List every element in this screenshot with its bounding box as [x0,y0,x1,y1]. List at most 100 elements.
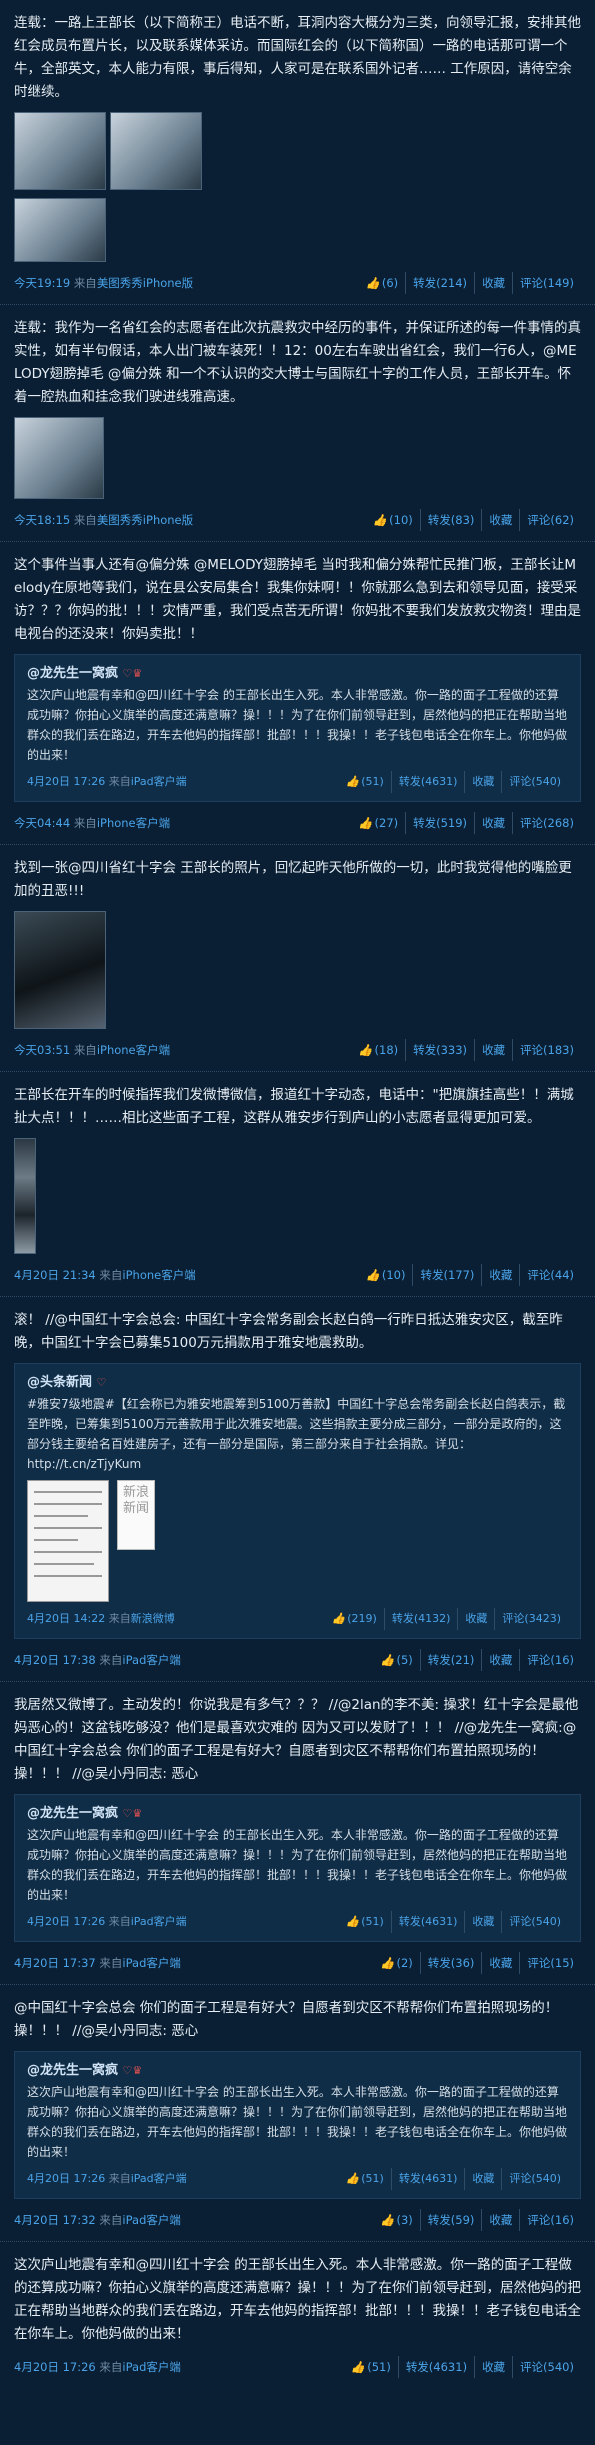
post-9: 这次庐山地震有幸和@四川红十字会 的王部长出生入死。本人非常感激。你一路的面子工… [0,2242,595,2388]
repost-author-name[interactable]: @龙先生一窝疯 [27,2063,118,2078]
favorite-button[interactable]: 收藏 [481,1264,519,1286]
repost-time[interactable]: 4月20日 17:26 [27,775,105,788]
like-button[interactable]: 👍 (51) [339,2168,391,2190]
like-button[interactable]: 👍 (2) [373,1952,420,1974]
repost-button[interactable]: 转发(333) [405,1039,474,1061]
comment-button[interactable]: 评论(62) [519,509,581,531]
repost-author-name[interactable]: @龙先生一窝疯 [27,1806,118,1821]
favorite-button[interactable]: 收藏 [464,771,501,793]
comment-button[interactable]: 评论(15) [519,1952,581,1974]
source-app[interactable]: iPad客户端 [131,775,187,788]
post-time[interactable]: 今天04:44 [14,816,70,830]
repost-button[interactable]: 转发(4631) [390,1911,465,1933]
post-image[interactable] [14,198,106,262]
comment-button[interactable]: 评论(16) [519,1649,581,1671]
repost-button[interactable]: 转发(177) [412,1264,481,1286]
repost-button[interactable]: 转发(214) [405,272,474,294]
source-app[interactable]: iPhone客户端 [97,1043,170,1057]
repost-button[interactable]: 转发(59) [419,2209,482,2231]
repost-author[interactable]: @龙先生一窝疯 ♡♛ [27,663,568,685]
like-button[interactable]: 👍 (3) [373,2209,420,2231]
repost-button[interactable]: 转发(36) [419,1952,482,1974]
repost-button[interactable]: 转发(519) [405,812,474,834]
post-image[interactable] [110,112,202,190]
favorite-button[interactable]: 收藏 [481,2209,519,2231]
favorite-button[interactable]: 收藏 [474,272,512,294]
favorite-button[interactable]: 收藏 [474,2356,512,2378]
favorite-button[interactable]: 收藏 [481,1952,519,1974]
post-image[interactable] [14,112,106,190]
favorite-button[interactable]: 收藏 [474,1039,512,1061]
like-button[interactable]: 👍 (27) [351,812,405,834]
source-app[interactable]: iPad客户端 [122,2213,180,2227]
like-button[interactable]: 👍 (219) [325,1608,384,1630]
like-button[interactable]: 👍 (6) [359,272,406,294]
post-text: @中国红十字会总会 你们的面子工程是有好大？自愿者到灾区不帮帮你们布置拍照现场的… [14,2000,559,2039]
post-time[interactable]: 4月20日 21:34 [14,1268,96,1282]
source-app[interactable]: iPad客户端 [131,1915,187,1928]
favorite-button[interactable]: 收藏 [464,2168,501,2190]
source-app[interactable]: iPad客户端 [122,1956,180,1970]
comment-button[interactable]: 评论(540) [501,2168,568,2190]
like-button[interactable]: 👍 (10) [366,509,420,531]
comment-button[interactable]: 评论(540) [501,771,568,793]
post-image[interactable] [14,417,104,499]
repost-button[interactable]: 转发(4132) [383,1608,458,1630]
post-image[interactable] [14,911,106,1029]
thumb-up-icon: 👍 [380,1653,395,1667]
repost-button[interactable]: 转发(4631) [397,2356,474,2378]
repost-button[interactable]: 转发(83) [419,509,482,531]
favorite-button[interactable]: 收藏 [457,1608,494,1630]
repost-author[interactable]: @龙先生一窝疯 ♡♛ [27,2060,568,2082]
repost-author-name[interactable]: @龙先生一窝疯 [27,666,118,681]
repost-button[interactable]: 转发(4631) [390,771,465,793]
source-prefix: 来自 [73,513,97,527]
favorite-button[interactable]: 收藏 [474,812,512,834]
repost-button[interactable]: 转发(4631) [390,2168,465,2190]
repost-time[interactable]: 4月20日 17:26 [27,1915,105,1928]
comment-button[interactable]: 评论(183) [512,1039,581,1061]
repost-button[interactable]: 转发(21) [419,1649,482,1671]
favorite-button[interactable]: 收藏 [464,1911,501,1933]
favorite-button[interactable]: 收藏 [481,1649,519,1671]
like-button[interactable]: 👍 (51) [339,1911,391,1933]
repost-author-name[interactable]: @头条新闻 [27,1375,92,1390]
like-button[interactable]: 👍 (18) [351,1039,405,1061]
comment-button[interactable]: 评论(44) [519,1264,581,1286]
comment-button[interactable]: 评论(540) [512,2356,581,2378]
favorite-button[interactable]: 收藏 [481,509,519,531]
like-button[interactable]: 👍 (10) [359,1264,413,1286]
repost-author[interactable]: @头条新闻 ♡ [27,1372,568,1394]
comment-button[interactable]: 评论(16) [519,2209,581,2231]
source-app[interactable]: iPhone客户端 [122,1268,195,1282]
post-time[interactable]: 今天19:19 [14,276,70,290]
post-time[interactable]: 今天18:15 [14,513,70,527]
source-app[interactable]: iPhone客户端 [97,816,170,830]
thumb-up-icon: 👍 [372,513,388,527]
news-attachment[interactable]: 新浪新闻 [27,1480,568,1602]
repost-meta: 4月20日 17:26 来自iPad客户端 👍 (51) 转发(4631) 收藏 … [27,2168,568,2190]
post-time[interactable]: 4月20日 17:32 [14,2213,96,2227]
comment-button[interactable]: 评论(268) [512,812,581,834]
comment-button[interactable]: 评论(3423) [494,1608,568,1630]
post-time[interactable]: 4月20日 17:37 [14,1956,96,1970]
like-button[interactable]: 👍 (5) [373,1649,420,1671]
comment-button[interactable]: 评论(149) [512,272,581,294]
repost-author[interactable]: @龙先生一窝疯 ♡♛ [27,1803,568,1825]
post-image[interactable] [14,1138,36,1254]
post-time[interactable]: 4月20日 17:26 [14,2360,96,2374]
source-app[interactable]: 美图秀秀iPhone版 [97,276,193,290]
comment-button[interactable]: 评论(540) [501,1911,568,1933]
like-button[interactable]: 👍 (51) [344,2356,398,2378]
source-app[interactable]: iPad客户端 [122,1653,180,1667]
source-app[interactable]: iPad客户端 [131,2172,187,2185]
source-app[interactable]: 美图秀秀iPhone版 [97,513,193,527]
post-time[interactable]: 4月20日 17:38 [14,1653,96,1667]
news-document-image[interactable] [27,1480,109,1602]
post-time[interactable]: 今天03:51 [14,1043,70,1057]
source-app[interactable]: iPad客户端 [122,2360,180,2374]
repost-time[interactable]: 4月20日 14:22 [27,1612,105,1625]
repost-time[interactable]: 4月20日 17:26 [27,2172,105,2185]
like-button[interactable]: 👍 (51) [339,771,391,793]
source-app[interactable]: 新浪微博 [131,1612,175,1625]
